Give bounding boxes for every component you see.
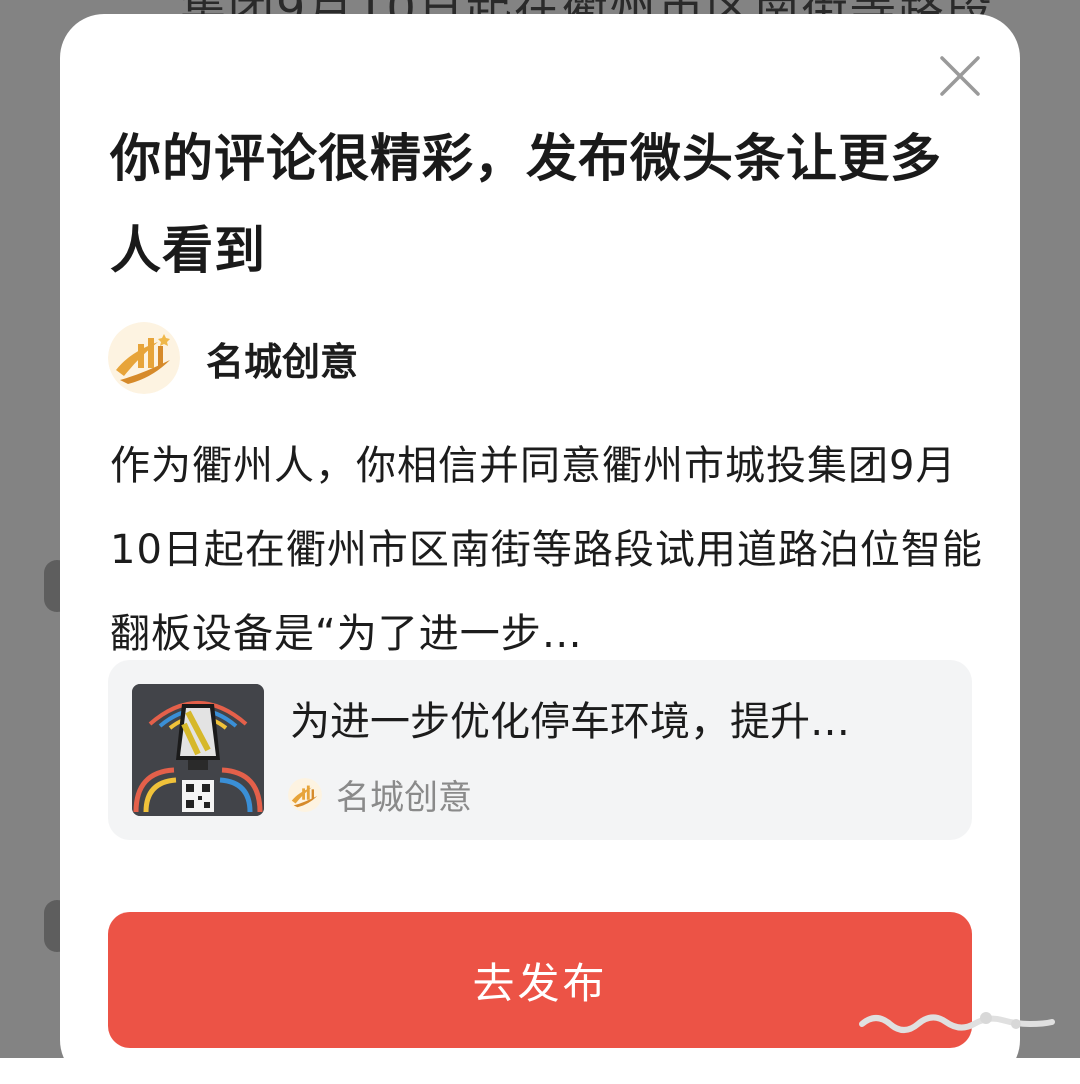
- article-title: 为进一步优化停车环境，提升…: [290, 694, 950, 750]
- author-avatar: [108, 322, 180, 394]
- publish-button[interactable]: 去发布: [108, 912, 972, 1048]
- parking-spot-photo: [132, 684, 264, 816]
- author-name: 名城创意: [206, 331, 358, 386]
- watermark-scribble: [856, 1004, 1056, 1038]
- comment-preview: 作为衢州人，你相信并同意衢州市城投集团9月10日起在衢州市区南街等路段试用道路泊…: [110, 424, 990, 676]
- publish-prompt-dialog: 你的评论很精彩，发布微头条让更多人看到 名城创意 作为衢州人，你相信并同意衢州市…: [60, 14, 1020, 1084]
- article-thumbnail: [132, 684, 264, 816]
- author-row: 名城创意: [108, 320, 358, 396]
- article-source-name: 名城创意: [336, 770, 472, 819]
- article-source: 名城创意: [288, 770, 472, 819]
- city-logo-icon: [288, 778, 322, 812]
- close-icon: [938, 54, 982, 98]
- dialog-title: 你的评论很精彩，发布微头条让更多人看到: [110, 114, 990, 298]
- close-button[interactable]: [938, 54, 982, 98]
- quoted-article-card[interactable]: 为进一步优化停车环境，提升… 名城创意: [108, 660, 972, 840]
- city-logo-icon: [108, 322, 180, 394]
- source-avatar: [288, 778, 322, 812]
